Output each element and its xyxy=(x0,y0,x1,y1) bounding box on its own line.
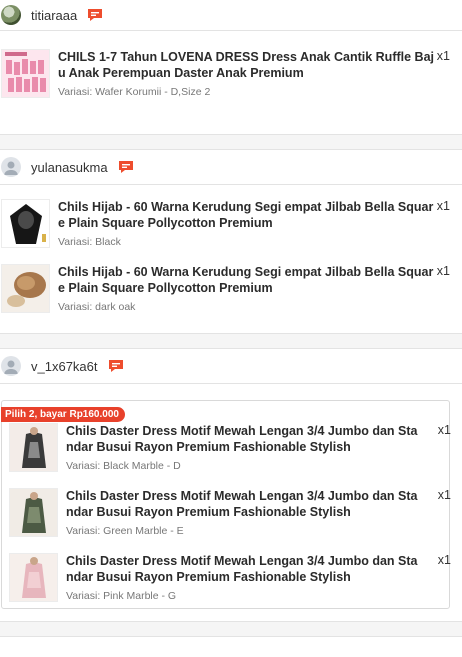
product-variant: Variasi: Pink Marble - G xyxy=(66,590,177,602)
item-quantity: x1 xyxy=(437,423,451,437)
user-avatar-icon[interactable] xyxy=(1,356,21,376)
order-item[interactable]: Chils Daster Dress Motif Mewah Lengan 3/… xyxy=(2,423,451,472)
order-card: v_1x67ka6t Pilih 2, bayar Rp160.000 Chil… xyxy=(0,349,462,621)
product-variant: Variasi: Wafer Korumii - D,Size 2 xyxy=(58,86,211,98)
buyer-name[interactable]: titiaraaa xyxy=(31,8,77,23)
chat-bubble-icon[interactable] xyxy=(87,8,103,22)
product-title: Chils Daster Dress Motif Mewah Lengan 3/… xyxy=(66,424,418,454)
bundle-deal-badge: Pilih 2, bayar Rp160.000 xyxy=(1,407,125,422)
order-item[interactable]: CHILS 1-7 Tahun LOVENA DRESS Dress Anak … xyxy=(0,49,462,98)
buyer-header: v_1x67ka6t xyxy=(0,349,462,383)
item-quantity: x1 xyxy=(437,553,451,567)
order-divider xyxy=(0,134,462,150)
item-quantity: x1 xyxy=(436,49,450,63)
order-card: titiaraaa CHILS 1-7 Tahun LOVENA DRESS D… xyxy=(0,0,462,134)
order-divider xyxy=(0,333,462,349)
product-title: CHILS 1-7 Tahun LOVENA DRESS Dress Anak … xyxy=(58,50,434,80)
product-thumbnail[interactable] xyxy=(9,423,58,472)
order-divider xyxy=(0,621,462,637)
item-quantity: x1 xyxy=(436,199,450,213)
order-item[interactable]: Chils Daster Dress Motif Mewah Lengan 3/… xyxy=(2,553,451,602)
product-variant: Variasi: dark oak xyxy=(58,301,136,313)
product-title: Chils Hijab - 60 Warna Kerudung Segi emp… xyxy=(58,265,434,295)
product-variant: Variasi: Black xyxy=(58,236,121,248)
user-avatar-icon[interactable] xyxy=(1,157,21,177)
buyer-header: yulanasukma xyxy=(0,150,462,184)
buyer-name[interactable]: v_1x67ka6t xyxy=(31,359,98,374)
product-variant: Variasi: Green Marble - E xyxy=(66,525,184,537)
product-title: Chils Daster Dress Motif Mewah Lengan 3/… xyxy=(66,489,418,519)
product-thumbnail[interactable] xyxy=(9,488,58,537)
product-variant: Variasi: Black Marble - D xyxy=(66,460,181,472)
product-title: Chils Hijab - 60 Warna Kerudung Segi emp… xyxy=(58,200,434,230)
item-quantity: x1 xyxy=(437,488,451,502)
product-thumbnail[interactable] xyxy=(1,49,50,98)
item-quantity: x1 xyxy=(436,264,450,278)
product-thumbnail[interactable] xyxy=(1,199,50,248)
buyer-avatar[interactable] xyxy=(1,5,21,25)
buyer-header: titiaraaa xyxy=(0,0,462,30)
order-card: yulanasukma Chils Hijab - 60 Warna Kerud… xyxy=(0,150,462,333)
order-item[interactable]: Chils Hijab - 60 Warna Kerudung Segi emp… xyxy=(0,264,462,313)
order-item[interactable]: Chils Daster Dress Motif Mewah Lengan 3/… xyxy=(2,488,451,537)
bundle-deal-group: Pilih 2, bayar Rp160.000 Chils Daster Dr… xyxy=(1,400,451,609)
product-thumbnail[interactable] xyxy=(1,264,50,313)
product-title: Chils Daster Dress Motif Mewah Lengan 3/… xyxy=(66,554,418,584)
chat-bubble-icon[interactable] xyxy=(108,359,124,373)
buyer-name[interactable]: yulanasukma xyxy=(31,160,108,175)
product-thumbnail[interactable] xyxy=(9,553,58,602)
order-item[interactable]: Chils Hijab - 60 Warna Kerudung Segi emp… xyxy=(0,199,462,248)
chat-bubble-icon[interactable] xyxy=(118,160,134,174)
